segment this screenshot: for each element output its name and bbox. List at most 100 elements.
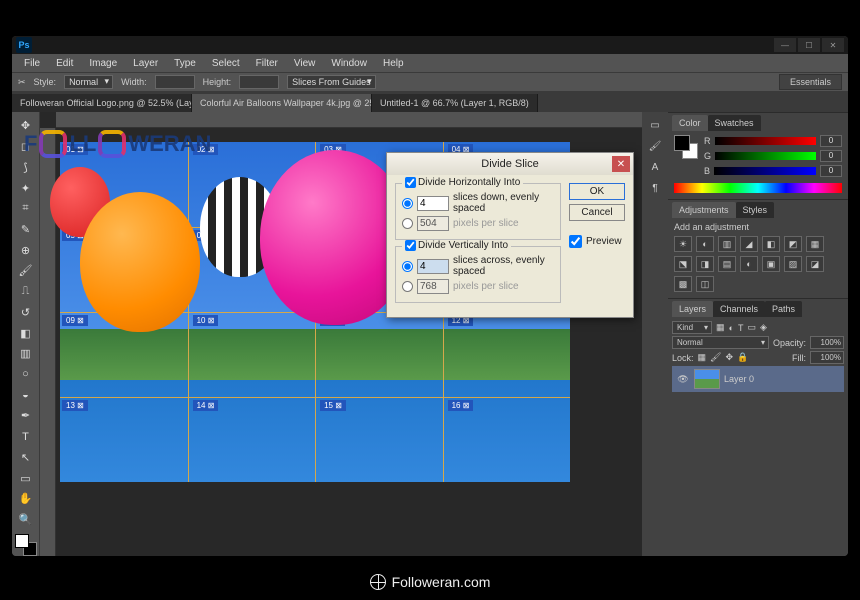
doctab-2[interactable]: Untitled-1 @ 66.7% (Layer 1, RGB/8)	[372, 94, 538, 112]
eraser-tool[interactable]: ◧	[15, 323, 37, 343]
adj-hue-icon[interactable]: ◩	[784, 236, 802, 252]
adj-invert-icon[interactable]: ▣	[762, 256, 780, 272]
slice-label[interactable]: 16 ⊠	[448, 400, 474, 411]
menu-layer[interactable]: Layer	[125, 58, 166, 69]
workspace-switcher[interactable]: Essentials	[779, 74, 842, 90]
tab-adjustments[interactable]: Adjustments	[672, 202, 736, 218]
char-panel-icon[interactable]: A	[645, 158, 665, 176]
tab-paths[interactable]: Paths	[765, 301, 802, 317]
doctab-1[interactable]: Colorful Air Balloons Wallpaper 4k.jpg @…	[192, 94, 372, 112]
layer-kind-filter[interactable]: Kind	[672, 321, 712, 334]
para-panel-icon[interactable]: ¶	[645, 179, 665, 197]
slice-label[interactable]: 14 ⊠	[193, 400, 219, 411]
height-input[interactable]	[239, 75, 279, 89]
slice-label[interactable]: 13 ⊠	[62, 400, 88, 411]
blend-mode-select[interactable]: Normal	[672, 336, 769, 349]
menu-select[interactable]: Select	[204, 58, 248, 69]
color-swatches[interactable]	[15, 534, 37, 556]
gradient-tool[interactable]: ▥	[15, 344, 37, 364]
adj-curves-icon[interactable]: ▥	[718, 236, 736, 252]
blur-tool[interactable]: ○	[15, 365, 37, 385]
layer-name[interactable]: Layer 0	[724, 374, 754, 384]
shape-tool[interactable]: ▭	[15, 468, 37, 488]
r-slider[interactable]	[715, 137, 817, 145]
slice-guide-h[interactable]	[60, 397, 570, 398]
menu-file[interactable]: File	[16, 58, 48, 69]
tab-swatches[interactable]: Swatches	[708, 115, 761, 131]
panel-fg-swatch[interactable]	[674, 135, 690, 151]
eyedropper-tool[interactable]: ✎	[15, 220, 37, 240]
history-brush-tool[interactable]: ↺	[15, 302, 37, 322]
menu-image[interactable]: Image	[81, 58, 125, 69]
slices-from-guides-button[interactable]: Slices From Guides	[287, 75, 376, 89]
adj-channelmixer-icon[interactable]: ▤	[718, 256, 736, 272]
adj-colorlookup-icon[interactable]: ◐	[740, 256, 758, 272]
r-input[interactable]: 0	[820, 135, 842, 147]
horiz-pixels-radio[interactable]	[402, 218, 413, 229]
crop-tool[interactable]: ⌗	[15, 199, 37, 219]
tab-color[interactable]: Color	[672, 115, 708, 131]
adj-selectivecolor-icon[interactable]: ◫	[696, 276, 714, 292]
menu-type[interactable]: Type	[166, 58, 204, 69]
divide-horizontal-checkbox[interactable]	[405, 177, 416, 188]
vert-slices-radio[interactable]	[402, 261, 413, 272]
menu-filter[interactable]: Filter	[248, 58, 286, 69]
pen-tool[interactable]: ✒	[15, 406, 37, 426]
brush-presets-icon[interactable]: 🖌	[645, 137, 665, 155]
ok-button[interactable]: OK	[569, 183, 625, 200]
divide-vertical-checkbox[interactable]	[405, 240, 416, 251]
menu-edit[interactable]: Edit	[48, 58, 81, 69]
fill-input[interactable]: 100%	[810, 351, 844, 364]
maximize-button[interactable]: ☐	[798, 38, 820, 52]
cancel-button[interactable]: Cancel	[569, 204, 625, 221]
preview-checkbox[interactable]	[569, 235, 582, 248]
opacity-input[interactable]: 100%	[810, 336, 844, 349]
tab-layers[interactable]: Layers	[672, 301, 713, 317]
menu-window[interactable]: Window	[323, 58, 375, 69]
b-slider[interactable]	[714, 167, 816, 175]
slice-label[interactable]: 10 ⊠	[193, 315, 219, 326]
tab-channels[interactable]: Channels	[713, 301, 765, 317]
adj-levels-icon[interactable]: ◐	[696, 236, 714, 252]
style-select[interactable]: Normal	[64, 75, 113, 89]
adj-colorbalance-icon[interactable]: ▦	[806, 236, 824, 252]
b-input[interactable]: 0	[820, 165, 842, 177]
type-tool[interactable]: T	[15, 427, 37, 447]
ruler-horizontal[interactable]	[56, 112, 642, 128]
lock-pixels-icon[interactable]: 🖌	[710, 352, 721, 363]
filter-smart-icon[interactable]: ◈	[760, 322, 767, 333]
hand-tool[interactable]: ✋	[15, 489, 37, 509]
doctab-0[interactable]: Followeran Official Logo.png @ 52.5% (La…	[12, 94, 192, 112]
brush-tool[interactable]: 🖌	[15, 261, 37, 281]
menu-view[interactable]: View	[286, 58, 324, 69]
adj-gradientmap-icon[interactable]: ▩	[674, 276, 692, 292]
zoom-tool[interactable]: 🔍	[15, 510, 37, 530]
horiz-slices-input[interactable]	[417, 196, 449, 211]
adj-threshold-icon[interactable]: ◪	[806, 256, 824, 272]
adj-photofilter-icon[interactable]: ◨	[696, 256, 714, 272]
dodge-tool[interactable]: ◒	[15, 385, 37, 405]
vert-pixels-radio[interactable]	[402, 281, 413, 292]
adj-vibrance-icon[interactable]: ◧	[762, 236, 780, 252]
lasso-tool[interactable]: ⟆	[15, 157, 37, 177]
vert-slices-input[interactable]	[417, 259, 449, 274]
adj-exposure-icon[interactable]: ◢	[740, 236, 758, 252]
filter-adjustment-icon[interactable]: ◐	[729, 323, 734, 333]
color-spectrum[interactable]	[674, 183, 842, 193]
minimize-button[interactable]: —	[774, 38, 796, 52]
history-icon[interactable]: ▭	[645, 116, 665, 134]
horiz-slices-radio[interactable]	[402, 198, 413, 209]
healing-tool[interactable]: ⊕	[15, 240, 37, 260]
lock-all-icon[interactable]: 🔒	[737, 352, 748, 363]
filter-pixel-icon[interactable]: ▦	[716, 322, 725, 333]
width-input[interactable]	[155, 75, 195, 89]
stamp-tool[interactable]: ⎍	[15, 282, 37, 302]
layer-visibility-icon[interactable]: 👁	[676, 374, 690, 385]
adj-brightness-icon[interactable]: ☀	[674, 236, 692, 252]
foreground-swatch[interactable]	[15, 534, 29, 548]
g-slider[interactable]	[715, 152, 816, 160]
slice-label[interactable]: 09 ⊠	[62, 315, 88, 326]
g-input[interactable]: 0	[820, 150, 842, 162]
menu-help[interactable]: Help	[375, 58, 412, 69]
adj-bw-icon[interactable]: ⬔	[674, 256, 692, 272]
